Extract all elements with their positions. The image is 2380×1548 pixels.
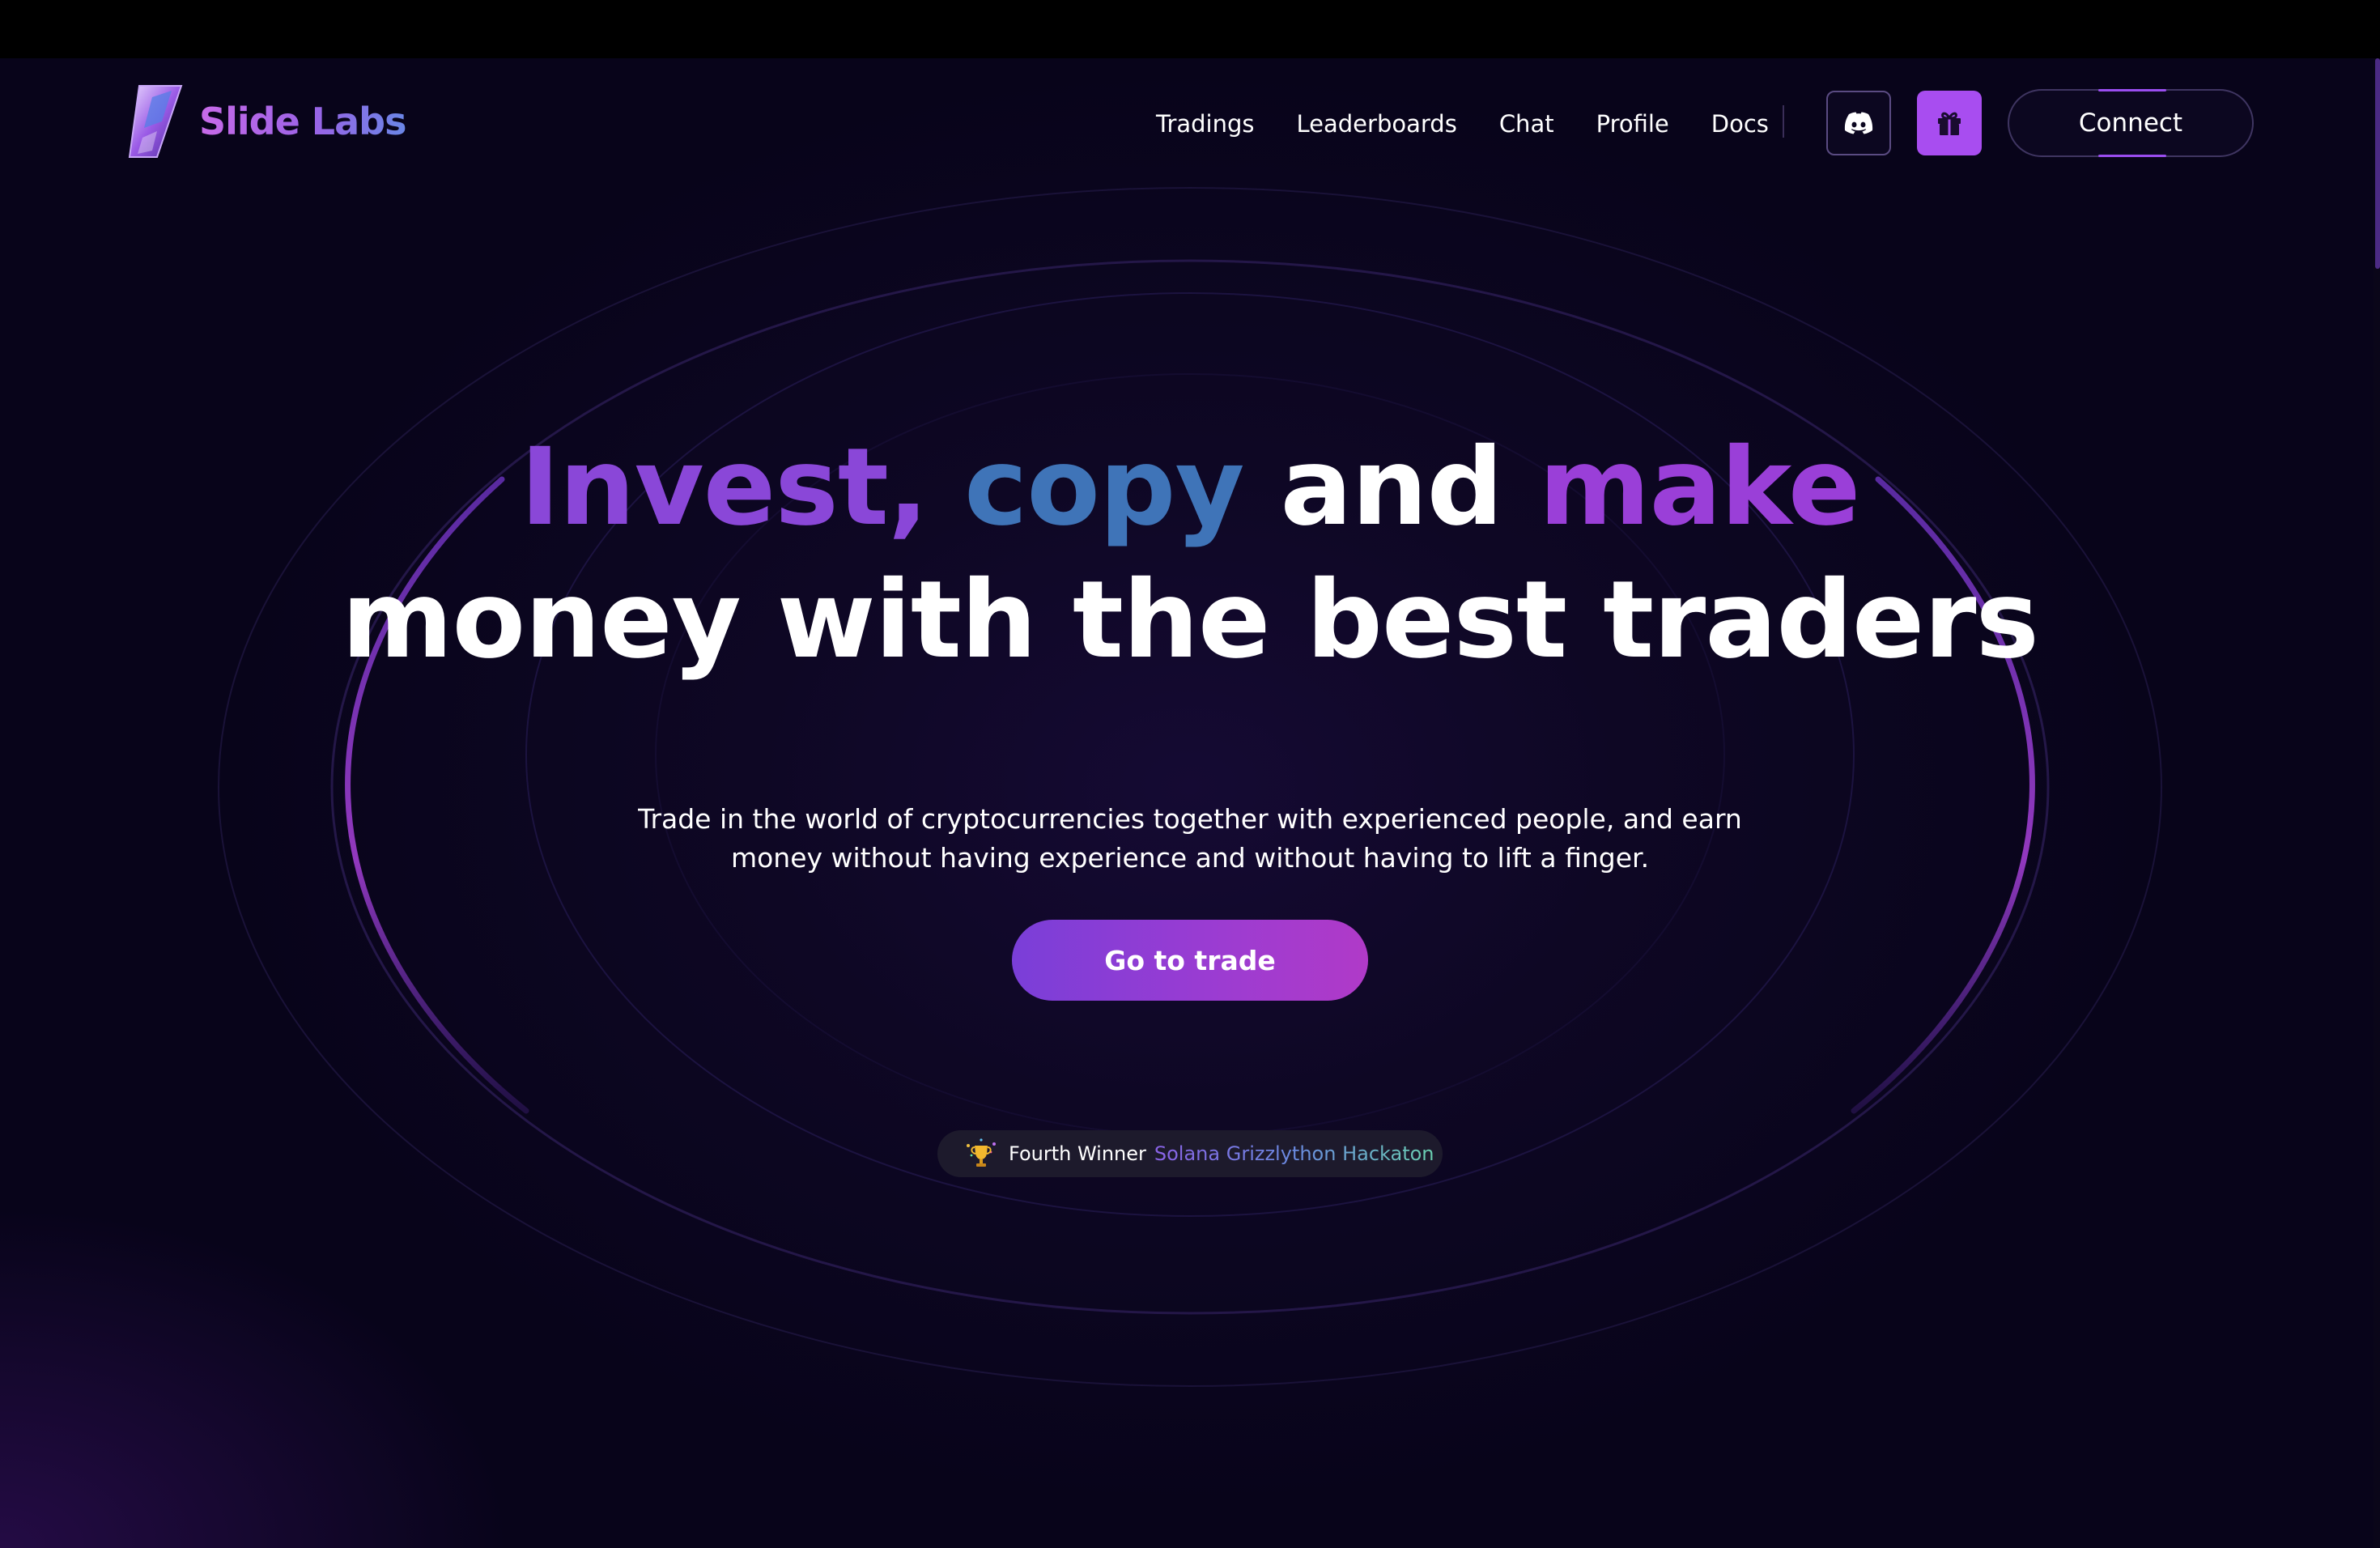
nav-chat[interactable]: Chat [1499, 110, 1554, 138]
title-word-and: and [1280, 425, 1503, 550]
nav-divider [1783, 105, 1784, 138]
discord-icon [1844, 112, 1873, 134]
nav-tradings[interactable]: Tradings [1156, 110, 1255, 138]
connect-label: Connect [2078, 108, 2183, 138]
winner-badge[interactable]: Fourth Winner Solana Grizzlython Hackato… [937, 1130, 1443, 1177]
nav-leaderboards[interactable]: Leaderboards [1297, 110, 1457, 138]
badge-prefix: Fourth Winner [1009, 1142, 1146, 1165]
nav-docs[interactable]: Docs [1711, 110, 1769, 138]
title-word-invest: Invest, [520, 425, 929, 550]
hero-title: Invest, copy and make money with the bes… [0, 421, 2380, 687]
title-word-copy: copy [964, 425, 1244, 550]
logo-icon [128, 85, 183, 158]
nav-profile[interactable]: Profile [1596, 110, 1669, 138]
connect-accent-bottom [2098, 155, 2166, 157]
go-to-trade-button[interactable]: Go to trade [1012, 920, 1368, 1001]
gift-button[interactable] [1917, 91, 1982, 155]
badge-highlight: Solana Grizzlython Hackaton [1154, 1142, 1434, 1165]
title-line-1: Invest, copy and make [520, 425, 1861, 550]
hero-subtitle: Trade in the world of cryptocurrencies t… [638, 803, 1742, 874]
logo[interactable]: Slide Labs [125, 81, 406, 162]
title-word-make: make [1539, 425, 1860, 550]
gift-icon [1938, 112, 1961, 135]
site-header: Slide Labs Tradings Leaderboards Chat Pr… [0, 58, 2380, 188]
browser-top-bar [0, 0, 2380, 58]
scrollbar[interactable] [2374, 58, 2380, 1548]
trophy-icon [967, 1138, 996, 1167]
discord-button[interactable] [1826, 91, 1891, 155]
main-nav: Tradings Leaderboards Chat Profile Docs [1156, 110, 1769, 138]
connect-button[interactable]: Connect [2008, 89, 2254, 157]
logo-text: Slide Labs [199, 100, 406, 143]
landing-page: Slide Labs Tradings Leaderboards Chat Pr… [0, 58, 2380, 1548]
connect-accent-top [2098, 89, 2166, 91]
title-line-2: money with the best traders [341, 558, 2039, 683]
